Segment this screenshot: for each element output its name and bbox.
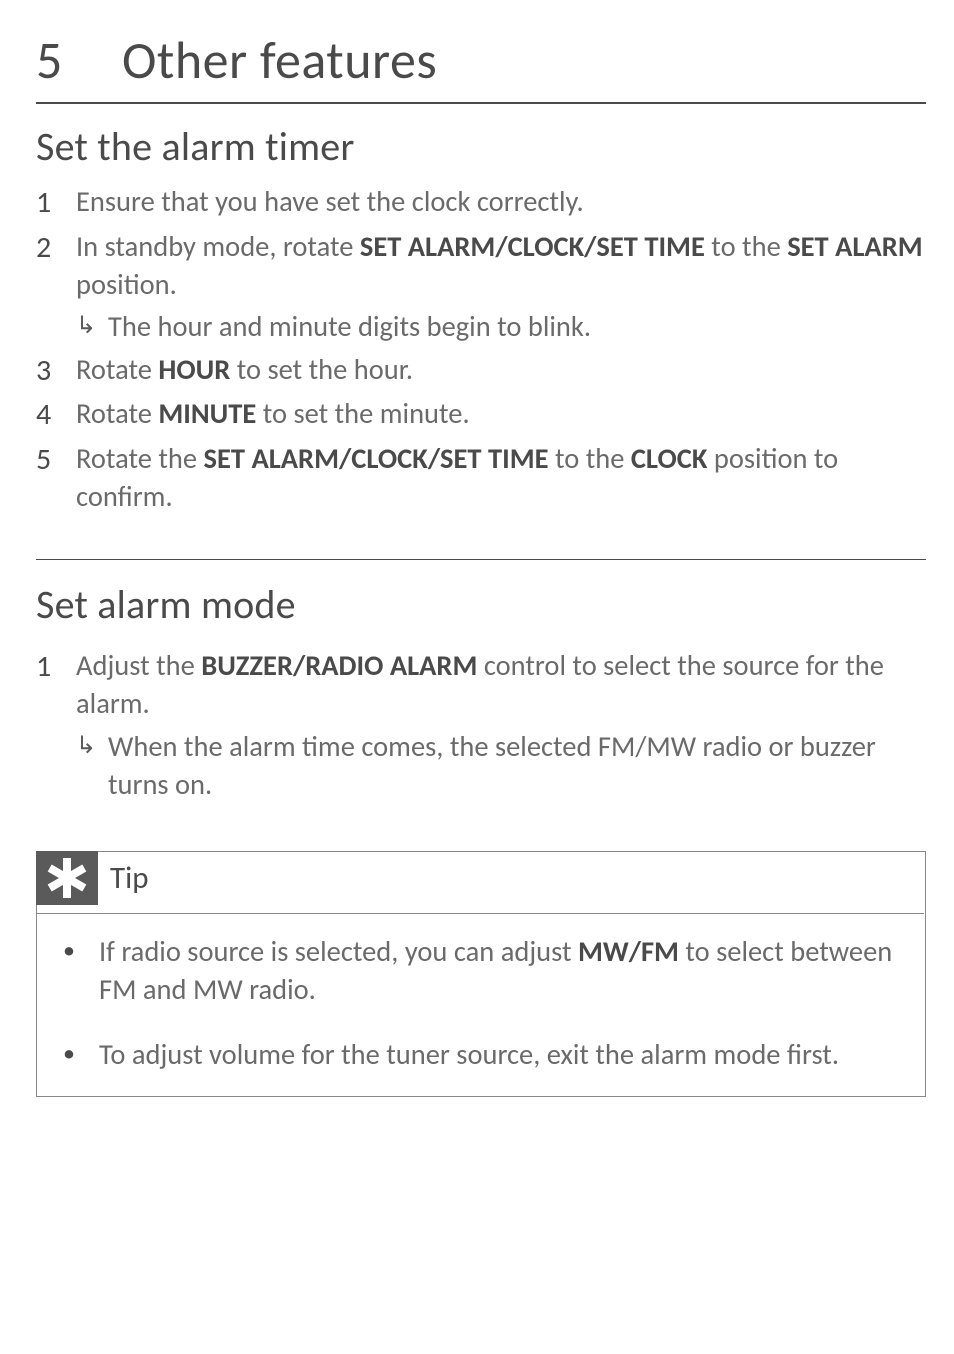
section-divider xyxy=(36,559,926,560)
step-number: 5 xyxy=(36,440,76,481)
step-item: 1 Ensure that you have set the clock cor… xyxy=(36,183,926,224)
chapter-name: Other features xyxy=(122,28,437,92)
tip-box: Tip • If radio source is selected, you c… xyxy=(36,851,926,1097)
step-item: 1 Adjust the BUZZER/RADIO ALARM control … xyxy=(36,647,926,805)
tip-item: • If radio source is selected, you can a… xyxy=(63,933,907,1010)
tip-item: • To adjust volume for the tuner source,… xyxy=(63,1036,907,1074)
result-arrow-icon: ↳ xyxy=(76,728,108,764)
step-number: 4 xyxy=(36,395,76,436)
step-number: 1 xyxy=(36,647,76,688)
section-title-alarm-mode: Set alarm mode xyxy=(36,580,926,629)
tip-asterisk-icon xyxy=(36,851,98,905)
steps-alarm-timer: 1 Ensure that you have set the clock cor… xyxy=(36,183,926,517)
tip-list: • If radio source is selected, you can a… xyxy=(37,915,925,1074)
step-result: ↳ The hour and minute digits begin to bl… xyxy=(76,308,926,346)
step-body: Ensure that you have set the clock corre… xyxy=(76,183,926,221)
step-body: Rotate MINUTE to set the minute. xyxy=(76,395,926,433)
step-body: Rotate the SET ALARM/CLOCK/SET TIME to t… xyxy=(76,440,926,517)
bullet-icon: • xyxy=(63,1036,99,1072)
chapter-number: 5 xyxy=(36,28,122,92)
bullet-icon: • xyxy=(63,933,99,969)
step-item: 2 In standby mode, rotate SET ALARM/CLOC… xyxy=(36,228,926,347)
step-body: Adjust the BUZZER/RADIO ALARM control to… xyxy=(76,647,926,805)
tip-header: Tip xyxy=(36,851,924,914)
step-body: In standby mode, rotate SET ALARM/CLOCK/… xyxy=(76,228,926,347)
step-number: 2 xyxy=(36,228,76,269)
steps-alarm-mode: 1 Adjust the BUZZER/RADIO ALARM control … xyxy=(36,647,926,805)
tip-label: Tip xyxy=(110,859,149,897)
step-result: ↳ When the alarm time comes, the selecte… xyxy=(76,728,926,805)
chapter-title: 5Other features xyxy=(36,28,926,104)
section-title-alarm-timer: Set the alarm timer xyxy=(36,122,926,171)
step-number: 1 xyxy=(36,183,76,224)
step-body: Rotate HOUR to set the hour. xyxy=(76,351,926,389)
step-item: 4 Rotate MINUTE to set the minute. xyxy=(36,395,926,436)
step-item: 5 Rotate the SET ALARM/CLOCK/SET TIME to… xyxy=(36,440,926,517)
result-arrow-icon: ↳ xyxy=(76,308,108,344)
step-number: 3 xyxy=(36,351,76,392)
step-item: 3 Rotate HOUR to set the hour. xyxy=(36,351,926,392)
